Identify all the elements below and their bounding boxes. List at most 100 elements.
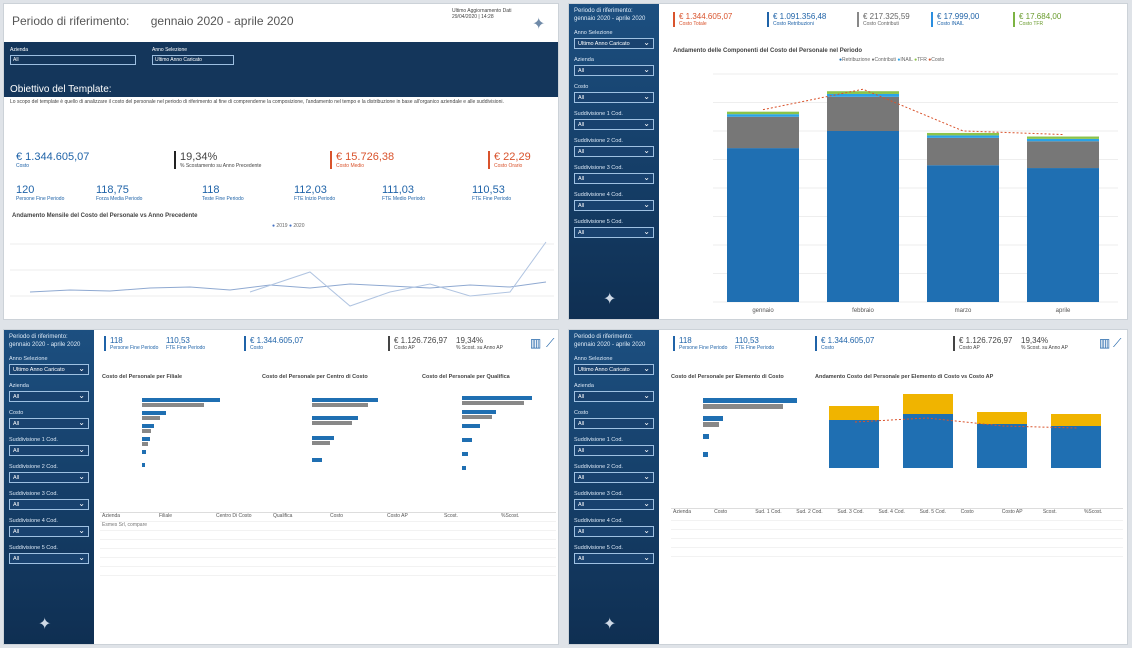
side-filter-nav: Periodo di riferimento: gennaio 2020 - a… — [569, 4, 659, 319]
x-tick-label: aprile — [1056, 308, 1071, 314]
bar-tfr-aprile[interactable] — [1027, 136, 1099, 139]
table-row[interactable] — [100, 549, 556, 558]
costcenter-bar-chart — [312, 398, 378, 462]
chart-view-icon[interactable]: ▥ — [1099, 336, 1110, 350]
azienda-label: Azienda — [10, 47, 29, 53]
line-view-icon[interactable]: ⟋ — [1113, 336, 1121, 351]
bar-retribuzione-aprile[interactable] — [1027, 168, 1099, 302]
logo-icon: ✦ — [603, 291, 617, 308]
sud2-select[interactable]: All — [574, 472, 654, 483]
azienda-select[interactable]: All — [10, 55, 136, 65]
last-update: Ultimo Aggiornamento Dati 29/04/2020 | 1… — [452, 8, 511, 20]
anno-label: Anno Selezione — [152, 47, 188, 53]
chart-filiale-title: Costo del Personale per Filiale — [102, 374, 183, 380]
sud3-select[interactable]: All — [574, 173, 654, 184]
anno-select[interactable]: Ultimo Anno Caricato — [9, 364, 89, 375]
bar-retribuzione-gennaio[interactable] — [727, 148, 799, 302]
x-tick-label: febbraio — [852, 308, 874, 314]
sud1-select[interactable]: All — [574, 119, 654, 130]
bar-retribuzione-febbraio[interactable] — [827, 131, 899, 302]
filter-banner: Azienda All Anno Selezione Ultimo Anno C… — [4, 42, 558, 97]
bar-contributi-aprile[interactable] — [1027, 141, 1099, 169]
sud5-select[interactable]: All — [9, 553, 89, 564]
line-view-icon[interactable]: ⟋ — [546, 336, 554, 351]
components-legend: ●Retribuzione ●Contributi ●INAIL ●TFR ●C… — [839, 57, 945, 63]
sud4-select[interactable]: All — [574, 526, 654, 537]
sud4-select[interactable]: All — [574, 200, 654, 211]
table-row[interactable] — [671, 539, 1123, 548]
bar-contributi-febbraio[interactable] — [827, 96, 899, 131]
azienda-select[interactable]: All — [9, 391, 89, 402]
cost-by-branch-panel: Periodo di riferimento: gennaio 2020 - ap… — [3, 329, 559, 645]
cost-elements-panel: Periodo di riferimento: gennaio 2020 - ap… — [568, 329, 1128, 645]
anno-select[interactable]: Ultimo Anno Caricato — [574, 38, 654, 49]
kpi-fte: 110,53 FTE Fine Periodo — [735, 336, 775, 351]
costo-select[interactable]: All — [574, 92, 654, 103]
kpi-persone: 118 Persone Fine Periodo — [104, 336, 158, 351]
table-header: Azienda Filiale Centro Di Costo Qualifica Co… — [100, 513, 556, 522]
bar-contributi-marzo[interactable] — [927, 137, 999, 166]
bar-tfr-febbraio[interactable] — [827, 91, 899, 94]
kpi-costo: € 1.344.605,07 Costo — [244, 336, 303, 351]
sud1-select[interactable]: All — [574, 445, 654, 456]
bar-tfr-marzo[interactable] — [927, 132, 999, 136]
sud5-select[interactable]: All — [574, 227, 654, 238]
table-row[interactable] — [100, 540, 556, 549]
table-row[interactable] — [671, 521, 1123, 530]
sud3-select[interactable]: All — [9, 499, 89, 510]
objective-title: Obiettivo del Template: — [10, 84, 112, 95]
bar-inail-aprile[interactable] — [1027, 138, 1099, 142]
anno-select[interactable]: Ultimo Anno Caricato — [152, 55, 234, 65]
dashboard-overview-panel: Periodo di riferimento: gennaio 2020 - a… — [3, 3, 559, 320]
azienda-select[interactable]: All — [574, 65, 654, 76]
bar-contributi-gennaio[interactable] — [727, 116, 799, 149]
qualifica-bar-chart — [462, 396, 532, 470]
sud2-select[interactable]: All — [574, 146, 654, 157]
chart-cdc-title: Costo del Personale per Centro di Costo — [262, 374, 368, 380]
kpi-tfr: € 17.684,00 Costo TFR — [1013, 12, 1061, 27]
element-trend-title: Andamento Costo del Personale per Elemen… — [815, 374, 994, 380]
monthly-line-chart — [10, 241, 554, 307]
sud4-select[interactable]: All — [9, 526, 89, 537]
period-title: Periodo di riferimento: gennaio 2020 - a… — [12, 14, 294, 28]
sud2-select[interactable]: All — [9, 472, 89, 483]
costo-select[interactable]: All — [574, 418, 654, 429]
kpi-fte-medio: 111,03 FTE Medio Periodo — [382, 184, 426, 202]
components-stacked-bar-chart: gennaio febbraio marzo aprile — [713, 73, 1118, 314]
components-chart-title: Andamento delle Componenti del Costo del… — [673, 48, 863, 54]
table-row[interactable] — [100, 531, 556, 540]
chart-view-icon[interactable]: ▥ — [530, 336, 541, 350]
kpi-persone: 120 Persone Fine Periodo — [16, 184, 65, 202]
period-label: Periodo di riferimento: — [12, 14, 130, 28]
azienda-select[interactable]: All — [574, 391, 654, 402]
x-tick-label: gennaio — [752, 308, 774, 314]
costo-select[interactable]: All — [9, 418, 89, 429]
kpi-scost: 19,34%% Scost. su Anno AP — [1021, 336, 1068, 351]
sud5-select[interactable]: All — [574, 553, 654, 564]
kpi-retribuzioni: € 1.091.356,48 Costo Retribuzioni — [767, 12, 826, 27]
company-logo-icon: ✦ — [532, 16, 546, 33]
anno-select[interactable]: Ultimo Anno Caricato — [574, 364, 654, 375]
costo-total-line — [762, 88, 1064, 136]
kpi-costo-orario: € 22,29 Costo Orario — [488, 151, 531, 169]
table-row[interactable] — [671, 530, 1123, 539]
sud3-select[interactable]: All — [574, 499, 654, 510]
table-row[interactable] — [100, 558, 556, 567]
sud1-select[interactable]: All — [9, 445, 89, 456]
bar-inail-marzo[interactable] — [927, 135, 999, 138]
branch-detail-table: Azienda Filiale Centro Di Costo Qualifica Co… — [100, 512, 556, 576]
kpi-scost: 19,34%% Scost. su Anno AP — [456, 336, 503, 351]
bar-retribuzione-marzo[interactable] — [927, 165, 999, 302]
table-row[interactable] — [100, 567, 556, 576]
table-row[interactable] — [671, 548, 1123, 557]
kpi-persone: 118 Persone Fine Periodo — [673, 336, 727, 351]
chart-qualifica-title: Costo del Personale per Qualifica — [422, 374, 510, 380]
logo-icon: ✦ — [38, 616, 52, 633]
table-row[interactable]: Esmes Srl, compare — [100, 522, 556, 531]
monthly-chart-legend: ● 2019 ● 2020 — [272, 223, 305, 229]
cost-components-panel: Periodo di riferimento: gennaio 2020 - a… — [568, 3, 1128, 320]
bar-inail-gennaio[interactable] — [727, 114, 799, 117]
kpi-forza-media: 118,75 Forza Media Periodo — [96, 184, 143, 202]
last-update-value: 29/04/2020 | 14:28 — [452, 14, 494, 20]
bar-tfr-gennaio[interactable] — [727, 111, 799, 115]
